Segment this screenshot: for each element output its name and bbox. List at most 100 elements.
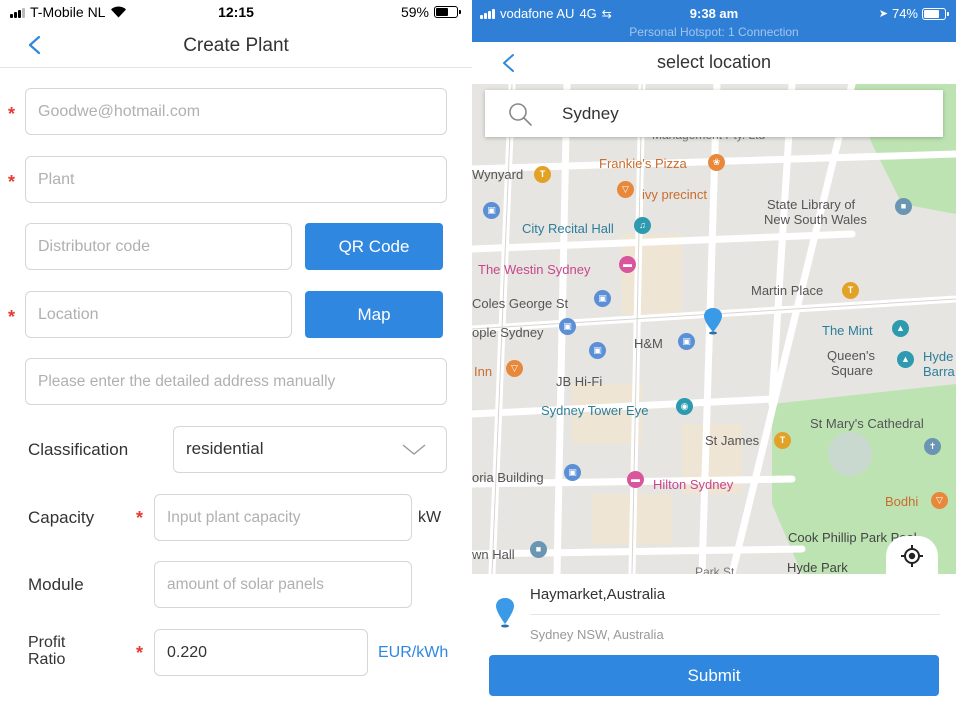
music-icon: ♫: [634, 217, 651, 234]
map-button[interactable]: Map: [305, 291, 443, 338]
locate-me-button[interactable]: [886, 536, 938, 576]
map-label: Coles George St: [472, 296, 569, 311]
map-label: New South Wales: [764, 212, 867, 227]
status-bar: T-Mobile NL 12:15 59%: [0, 0, 472, 24]
location-pin-icon: [496, 598, 514, 628]
shop-icon: ▣: [564, 464, 581, 481]
result-subtitle: Sydney NSW, Australia: [530, 627, 664, 642]
classification-value: residential: [186, 439, 264, 458]
map-label: Queen's: [827, 348, 876, 363]
camera-icon: ◉: [676, 398, 693, 415]
shop-icon: ▣: [559, 318, 576, 335]
required-mark: *: [8, 172, 16, 192]
create-plant-screen: T-Mobile NL 12:15 59% Create Plant * *: [0, 0, 472, 704]
submit-button[interactable]: Submit: [489, 655, 939, 696]
map-label: oria Building: [472, 470, 544, 485]
distributor-code-field[interactable]: [25, 223, 292, 270]
map-label: ivy precinct: [642, 187, 708, 202]
map-label: Hyde Park: [787, 560, 848, 574]
map-label: wn Hall: [472, 547, 515, 562]
hotel-icon: ▬: [627, 471, 644, 488]
transit-icon: T: [842, 282, 859, 299]
battery-percent: 59%: [400, 4, 429, 20]
classification-select[interactable]: residential: [173, 426, 447, 473]
transit-icon: T: [774, 432, 791, 449]
capacity-label: Capacity: [28, 508, 95, 527]
map-label: City Recital Hall: [522, 221, 614, 236]
hotspot-banner[interactable]: Personal Hotspot: 1 Connection: [472, 25, 956, 39]
location-field[interactable]: [25, 291, 292, 338]
shop-icon: ▣: [483, 202, 500, 219]
status-bar: vodafone AU 4G ⇆ 9:38 am ➤ 74% Personal …: [472, 0, 956, 42]
location-search-bar[interactable]: Sydney: [485, 90, 943, 137]
map-label: St James: [705, 433, 760, 448]
email-field[interactable]: [25, 88, 447, 135]
map-view[interactable]: Management Pty. Ltd Frankie's Pizza ❀ Wy…: [472, 84, 956, 574]
map-pin-icon[interactable]: [702, 306, 724, 336]
battery-icon: [922, 7, 949, 20]
food-icon: ▽: [931, 492, 948, 509]
profit-ratio-label: Profit Ratio: [28, 634, 65, 668]
cart-icon: ▣: [594, 290, 611, 307]
map-label: Hyde: [923, 349, 954, 364]
page-title: Create Plant: [183, 35, 289, 56]
page-title: select location: [656, 52, 772, 72]
shop-icon: ▣: [589, 342, 606, 359]
nav-bar: select location: [472, 42, 956, 84]
required-mark: *: [8, 307, 16, 327]
map-label: The Westin Sydney: [478, 262, 591, 277]
required-mark: *: [136, 643, 144, 663]
module-field[interactable]: [154, 561, 412, 608]
food-icon: ❀: [708, 154, 725, 171]
map-label: Martin Place: [751, 283, 824, 298]
profit-label-line2: Ratio: [28, 651, 66, 668]
required-mark: *: [136, 508, 144, 528]
nav-bar: Create Plant: [0, 24, 472, 68]
map-label: Frankie's Pizza: [599, 156, 687, 171]
select-location-screen: vodafone AU 4G ⇆ 9:38 am ➤ 74% Personal …: [472, 0, 956, 704]
result-title: Haymarket,Australia: [530, 586, 666, 603]
map-label: H&M: [634, 336, 663, 351]
shop-icon: ▣: [678, 333, 695, 350]
food-icon: ▽: [506, 360, 523, 377]
map-label: Square: [831, 363, 873, 378]
location-arrow-icon: ➤: [878, 8, 888, 20]
address-field[interactable]: [25, 358, 447, 405]
map-label: State Library of: [767, 197, 856, 212]
screenshot-frame: T-Mobile NL 12:15 59% Create Plant * *: [0, 0, 956, 704]
profit-unit: EUR/kWh: [378, 644, 449, 661]
battery-group: 59%: [400, 4, 461, 20]
map-label: Hilton Sydney: [653, 477, 734, 492]
search-input-value[interactable]: Sydney: [562, 104, 619, 124]
church-icon: ✝: [924, 438, 941, 455]
profit-ratio-field[interactable]: [154, 629, 368, 676]
hotel-icon: ▬: [619, 256, 636, 273]
plant-name-field[interactable]: [25, 156, 447, 203]
map-label: Sydney Tower Eye: [541, 403, 649, 418]
bar-icon: ▽: [617, 181, 634, 198]
capacity-field[interactable]: [154, 494, 412, 541]
divider: [530, 614, 940, 615]
required-mark: *: [8, 104, 16, 124]
chevron-down-icon: [402, 444, 426, 455]
map-label: Bodhi: [885, 494, 919, 509]
map-label: The Mint: [822, 323, 873, 338]
battery-percent: 74%: [891, 6, 918, 21]
capacity-unit: kW: [418, 509, 442, 526]
classification-label: Classification: [28, 440, 129, 459]
battery-icon: [434, 6, 461, 18]
map-label: JB Hi-Fi: [556, 374, 603, 389]
location-result-item[interactable]: Haymarket,Australia Sydney NSW, Australi…: [472, 574, 956, 646]
museum-icon: ▲: [892, 320, 909, 337]
qr-code-button[interactable]: QR Code: [305, 223, 443, 270]
museum-icon: ▲: [897, 351, 914, 368]
module-label: Module: [28, 575, 84, 594]
search-icon: [509, 103, 532, 126]
map-label: Park St: [695, 565, 735, 574]
crosshair-icon: [901, 545, 923, 567]
map-label: Inn: [474, 364, 493, 379]
map-label: St Mary's Cathedral: [810, 416, 924, 431]
map-label: Barra: [923, 364, 955, 379]
map-label: ople Sydney: [472, 325, 544, 340]
library-icon: ■: [895, 198, 912, 215]
